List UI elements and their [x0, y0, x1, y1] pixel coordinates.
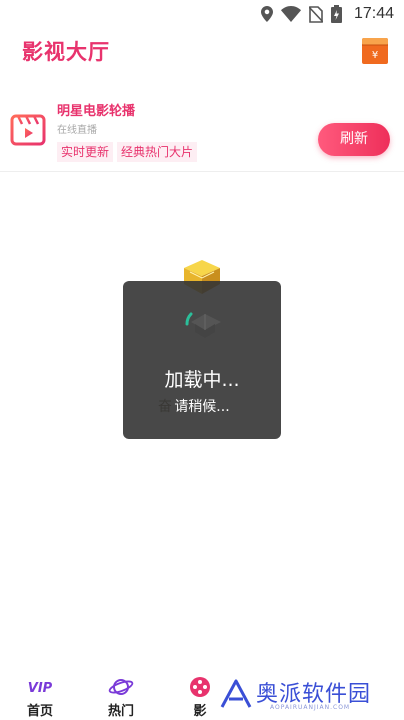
- film-reel-icon: [190, 677, 210, 697]
- loading-title: 加载中...: [164, 369, 240, 391]
- status-icons: 17:44: [260, 3, 394, 25]
- nav-item-home[interactable]: VIP 首页: [20, 676, 60, 719]
- tag-realtime-update: 实时更新: [57, 142, 114, 162]
- loading-message: 请稍候...: [174, 399, 230, 415]
- battery-charging-icon: [330, 5, 342, 23]
- nav-label-film: 影: [193, 704, 207, 719]
- page-title: 影视大厅: [22, 40, 110, 64]
- banner-card[interactable]: 明星电影轮播 在线直播 实时更新 经典热门大片 刷新: [0, 92, 404, 172]
- loading-dialog: 加载中... 请稍候...: [123, 281, 281, 439]
- planet-icon: [108, 679, 134, 695]
- wifi-icon: [280, 6, 301, 22]
- nav-item-hot[interactable]: 热门: [101, 676, 141, 719]
- loading-spinner-icon: [185, 312, 221, 338]
- status-bar: 17:44: [0, 0, 404, 28]
- nav-label-hot: 热门: [107, 704, 134, 719]
- banner-tags: 实时更新 经典热门大片: [57, 142, 198, 162]
- nav-label-home: 首页: [26, 704, 53, 719]
- vip-icon: VIP: [28, 681, 53, 696]
- no-sim-icon: [308, 5, 323, 23]
- tag-classic-hits: 经典热门大片: [117, 142, 198, 162]
- film-play-icon: [10, 114, 46, 146]
- watermark-url: AOPAIRUANJIAN.COM: [270, 704, 351, 711]
- location-icon: [260, 6, 273, 22]
- banner-title: 明星电影轮播: [57, 104, 136, 119]
- banner-subtitle: 在线直播: [57, 125, 97, 136]
- watermark-logo-icon: [220, 679, 252, 708]
- red-envelope-icon[interactable]: ¥: [362, 38, 388, 64]
- nav-item-film[interactable]: 影: [180, 676, 220, 719]
- svg-text:¥: ¥: [372, 50, 378, 61]
- svg-text:VIP: VIP: [28, 681, 53, 696]
- refresh-button[interactable]: 刷新: [318, 123, 390, 156]
- status-time: 17:44: [353, 5, 394, 22]
